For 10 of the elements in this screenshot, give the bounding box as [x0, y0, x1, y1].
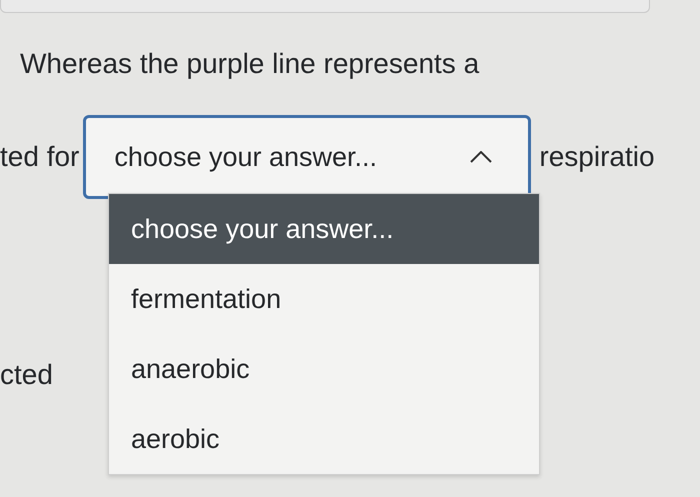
sentence-fragment: respiratio	[539, 141, 655, 173]
dropdown-option[interactable]: anaerobic	[109, 334, 539, 404]
dropdown-option[interactable]: aerobic	[109, 404, 539, 474]
sentence-fragment: cted	[0, 359, 53, 390]
sentence-fragment: ted for	[0, 141, 80, 173]
caret-up-icon	[470, 151, 492, 163]
answer-dropdown[interactable]: choose your answer...	[83, 115, 532, 199]
dropdown-option[interactable]: choose your answer...	[109, 194, 539, 264]
dropdown-option[interactable]: fermentation	[109, 264, 539, 334]
question-text: Whereas the purple line represents a	[20, 47, 480, 81]
